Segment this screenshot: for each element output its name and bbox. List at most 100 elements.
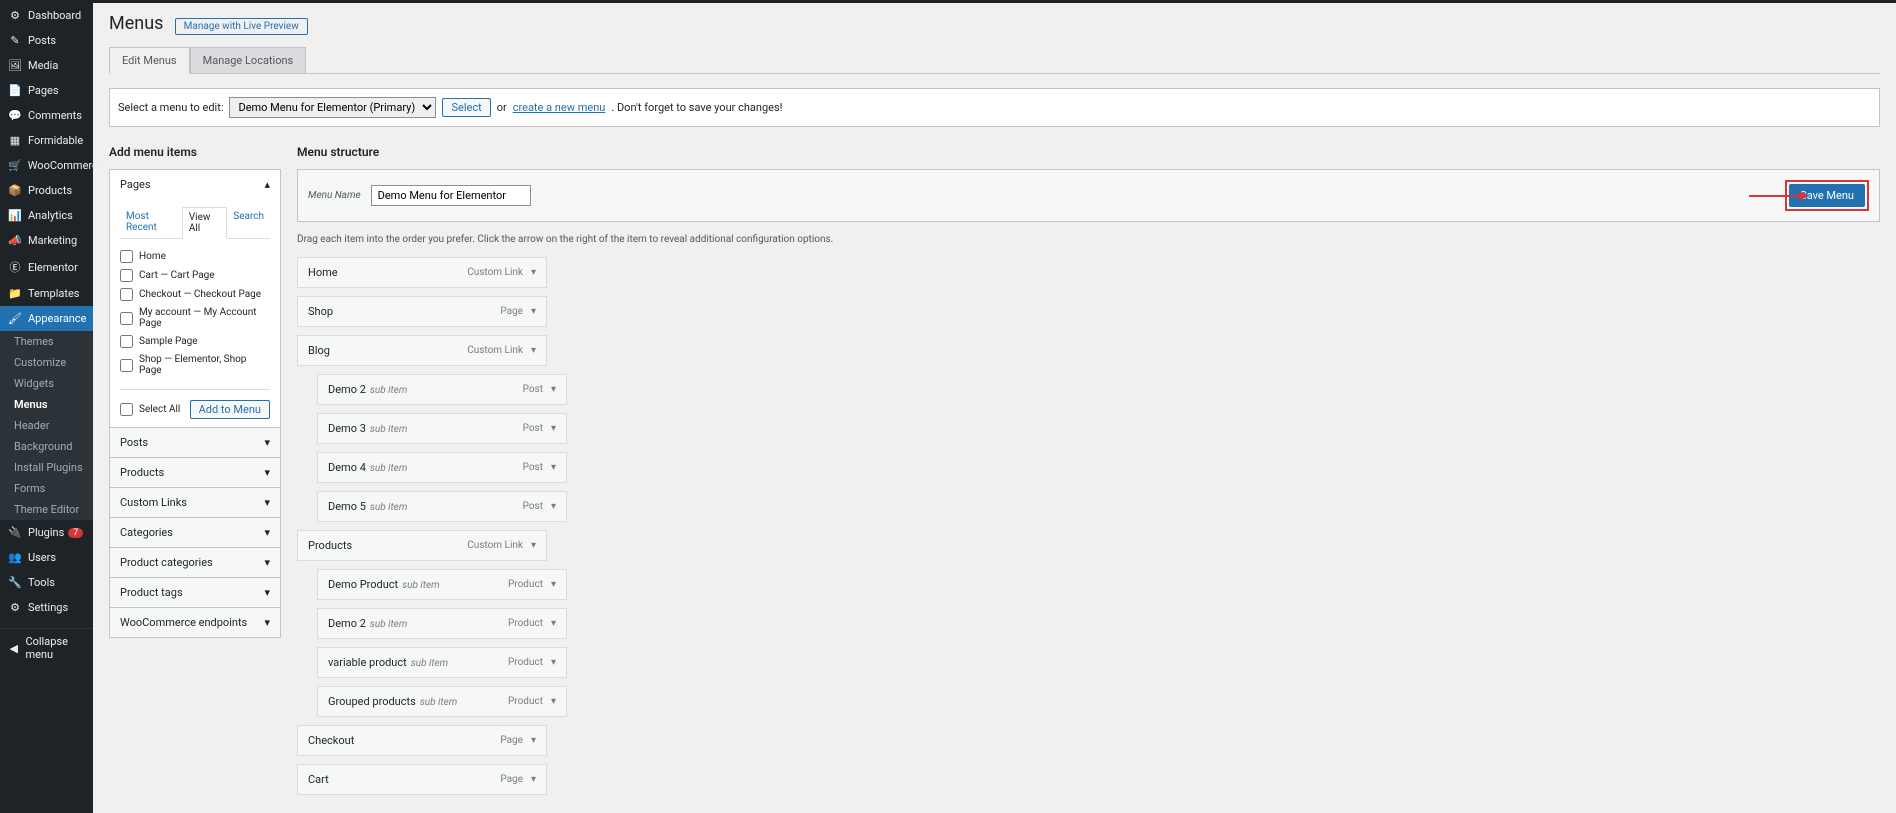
menu-name-input[interactable] <box>371 185 531 206</box>
menu-item-handle[interactable]: CartPage▾ <box>297 764 547 795</box>
submenu-customize[interactable]: Customize <box>0 352 93 373</box>
page-checkbox-row[interactable]: My account — My Account Page <box>120 304 270 332</box>
expand-icon[interactable]: ▾ <box>551 696 556 707</box>
select-all-row[interactable]: Select All <box>120 400 180 419</box>
sidebar-item-analytics[interactable]: 📊Analytics <box>0 203 93 228</box>
page-checkbox[interactable] <box>120 288 133 301</box>
accordion-label: Posts <box>120 436 148 449</box>
sidebar-item-settings[interactable]: ⚙Settings <box>0 595 93 620</box>
submenu-background[interactable]: Background <box>0 436 93 457</box>
accordion-pages[interactable]: Pages▴ <box>110 170 280 199</box>
accordion-woocommerce-endpoints[interactable]: WooCommerce endpoints▾ <box>110 608 280 637</box>
expand-icon[interactable]: ▾ <box>551 657 556 668</box>
expand-icon[interactable]: ▾ <box>551 423 556 434</box>
submenu-header[interactable]: Header <box>0 415 93 436</box>
submenu-menus[interactable]: Menus <box>0 394 93 415</box>
sidebar-item-users[interactable]: 👥Users <box>0 545 93 570</box>
page-checkbox[interactable] <box>120 312 133 325</box>
page-checkbox-row[interactable]: Cart — Cart Page <box>120 266 270 285</box>
tab-manage-locations[interactable]: Manage Locations <box>190 47 307 74</box>
expand-icon[interactable]: ▾ <box>531 267 536 278</box>
sidebar-item-tools[interactable]: 🔧Tools <box>0 570 93 595</box>
accordion-posts[interactable]: Posts▾ <box>110 428 280 457</box>
expand-icon[interactable]: ▾ <box>531 540 536 551</box>
select-menu-button[interactable]: Select <box>442 98 490 117</box>
sidebar-item-comments[interactable]: 💬Comments <box>0 103 93 128</box>
menu-item-title: Checkout <box>308 734 354 747</box>
submenu-widgets[interactable]: Widgets <box>0 373 93 394</box>
menu-item-handle[interactable]: CheckoutPage▾ <box>297 725 547 756</box>
menu-item-handle[interactable]: ShopPage▾ <box>297 296 547 327</box>
menu-item-handle[interactable]: Demo 2sub itemProduct▾ <box>317 608 567 639</box>
menu-item-type: Custom Link <box>467 267 523 278</box>
menu-item-handle[interactable]: Grouped productssub itemProduct▾ <box>317 686 567 717</box>
manage-live-preview-button[interactable]: Manage with Live Preview <box>175 18 308 35</box>
page-checkbox[interactable] <box>120 269 133 282</box>
sidebar-item-templates[interactable]: 📁Templates <box>0 281 93 306</box>
accordion-product-tags[interactable]: Product tags▾ <box>110 578 280 607</box>
menu-item-handle[interactable]: Demo Productsub itemProduct▾ <box>317 569 567 600</box>
menu-item-handle[interactable]: BlogCustom Link▾ <box>297 335 547 366</box>
menu-item-handle[interactable]: Demo 4sub itemPost▾ <box>317 452 567 483</box>
accordion-categories[interactable]: Categories▾ <box>110 518 280 547</box>
create-new-menu-link[interactable]: create a new menu <box>513 101 606 114</box>
expand-icon[interactable]: ▾ <box>551 579 556 590</box>
subtab-most-recent[interactable]: Most Recent <box>120 207 182 238</box>
sidebar-item-label: Marketing <box>28 234 77 247</box>
subtab-view-all[interactable]: View All <box>182 207 227 239</box>
submenu-themes[interactable]: Themes <box>0 331 93 352</box>
page-checkbox-row[interactable]: Shop — Elementor, Shop Page <box>120 351 270 379</box>
select-all-checkbox[interactable] <box>120 403 133 416</box>
expand-icon[interactable]: ▾ <box>551 462 556 473</box>
sidebar-item-label: Media <box>28 59 58 72</box>
sidebar-item-elementor[interactable]: ⒺElementor <box>0 253 93 281</box>
sidebar-item-woocommerce[interactable]: 🛒WooCommerce <box>0 153 93 178</box>
page-checkbox-row[interactable]: Home <box>120 247 270 266</box>
expand-icon[interactable]: ▾ <box>551 501 556 512</box>
menu-item-handle[interactable]: variable productsub itemProduct▾ <box>317 647 567 678</box>
page-checkbox[interactable] <box>120 335 133 348</box>
dashboard-icon: ⚙ <box>8 9 22 22</box>
or-text: or <box>497 101 507 114</box>
sidebar-item-label: Formidable <box>28 134 83 147</box>
page-title: Menus <box>109 13 163 34</box>
expand-icon[interactable]: ▾ <box>551 618 556 629</box>
add-to-menu-button[interactable]: Add to Menu <box>190 400 270 419</box>
sidebar-item-marketing[interactable]: 📣Marketing <box>0 228 93 253</box>
accordion-label: Categories <box>120 526 173 539</box>
page-checkbox-row[interactable]: Sample Page <box>120 332 270 351</box>
sidebar-item-plugins[interactable]: 🔌Plugins7 <box>0 520 93 545</box>
sidebar-item-formidable[interactable]: ▦Formidable <box>0 128 93 153</box>
expand-icon[interactable]: ▾ <box>531 306 536 317</box>
menu-item-handle[interactable]: ProductsCustom Link▾ <box>297 530 547 561</box>
page-checkbox[interactable] <box>120 359 133 372</box>
sidebar-item-media[interactable]: 🖼Media <box>0 53 93 78</box>
plugins-icon: 🔌 <box>8 526 22 539</box>
menu-select[interactable]: Demo Menu for Elementor (Primary) <box>229 97 436 118</box>
accordion-custom-links[interactable]: Custom Links▾ <box>110 488 280 517</box>
menu-item-handle[interactable]: Demo 5sub itemPost▾ <box>317 491 567 522</box>
tab-edit-menus[interactable]: Edit Menus <box>109 47 190 74</box>
submenu-forms[interactable]: Forms <box>0 478 93 499</box>
menu-item-handle[interactable]: Demo 2sub itemPost▾ <box>317 374 567 405</box>
expand-icon[interactable]: ▾ <box>531 774 536 785</box>
sidebar-item-appearance[interactable]: 🖌Appearance <box>0 306 93 331</box>
sidebar-item-label: Products <box>28 184 72 197</box>
menu-item-handle[interactable]: HomeCustom Link▾ <box>297 257 547 288</box>
sidebar-item-products[interactable]: 📦Products <box>0 178 93 203</box>
page-checkbox[interactable] <box>120 250 133 263</box>
submenu-theme-editor[interactable]: Theme Editor <box>0 499 93 520</box>
menu-item-handle[interactable]: Demo 3sub itemPost▾ <box>317 413 567 444</box>
sidebar-item-posts[interactable]: ✎Posts <box>0 28 93 53</box>
accordion-products[interactable]: Products▾ <box>110 458 280 487</box>
sidebar-item-pages[interactable]: 📄Pages <box>0 78 93 103</box>
page-checkbox-row[interactable]: Checkout — Checkout Page <box>120 285 270 304</box>
collapse-menu-button[interactable]: ◀Collapse menu <box>0 628 93 667</box>
sidebar-item-dashboard[interactable]: ⚙Dashboard <box>0 3 93 28</box>
subtab-search[interactable]: Search <box>227 207 270 238</box>
accordion-product-categories[interactable]: Product categories▾ <box>110 548 280 577</box>
expand-icon[interactable]: ▾ <box>531 345 536 356</box>
expand-icon[interactable]: ▾ <box>551 384 556 395</box>
expand-icon[interactable]: ▾ <box>531 735 536 746</box>
submenu-install-plugins[interactable]: Install Plugins <box>0 457 93 478</box>
